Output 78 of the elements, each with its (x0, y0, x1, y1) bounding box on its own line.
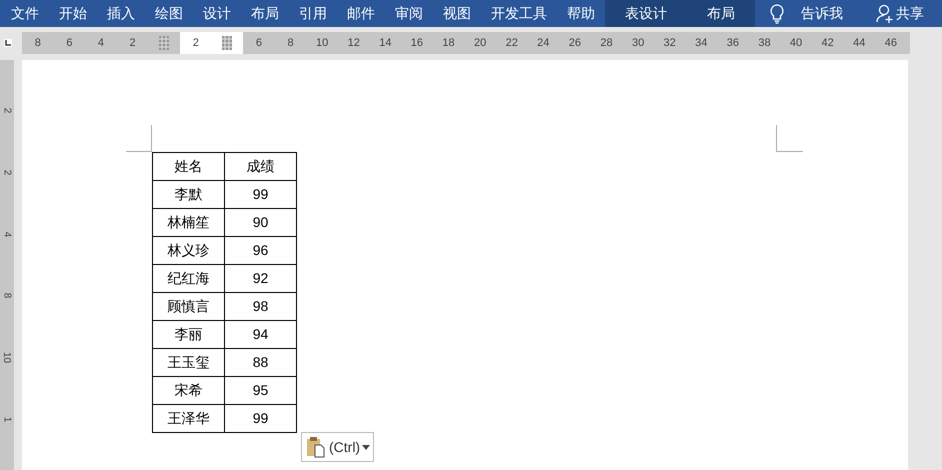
ribbon-tab[interactable]: 引用 (289, 0, 337, 27)
table-cell: 顾慎言 (152, 292, 224, 320)
ruler-number: 44 (853, 36, 866, 51)
table-cell: 李丽 (152, 320, 224, 348)
ruler-number: 2 (0, 170, 14, 176)
add-user-icon[interactable] (876, 4, 894, 24)
ruler-number: 2 (192, 36, 199, 51)
ribbon-tab[interactable]: 绘图 (145, 0, 193, 27)
dropdown-caret-icon (362, 444, 370, 450)
ribbon-tab[interactable]: 邮件 (337, 0, 385, 27)
ruler-number: 20 (474, 36, 486, 51)
ruler-number: 32 (664, 36, 676, 51)
crop-mark (126, 125, 152, 152)
table-cell: 99 (224, 180, 296, 208)
ruler-number: 8 (287, 36, 294, 51)
ruler-number: 36 (726, 36, 739, 51)
ruler-number: 16 (410, 36, 424, 51)
ruler-number: 6 (66, 36, 72, 51)
table-cell: 94 (224, 320, 296, 348)
ruler-number: 34 (695, 36, 708, 51)
tab-stop-icon[interactable] (3, 38, 13, 48)
share-button[interactable]: 共享 (896, 3, 924, 24)
ribbon-tab[interactable]: 文件 (1, 0, 49, 27)
ruler-number: 22 (506, 36, 518, 51)
ribbon-tab[interactable]: 审阅 (385, 0, 433, 27)
table-cell: 宋希 (152, 376, 224, 404)
table-cell: 88 (224, 348, 296, 376)
ribbon-tab[interactable]: 表设计 (605, 0, 687, 27)
ribbon-tab[interactable]: 开始 (49, 0, 97, 27)
clipboard-icon (305, 436, 327, 458)
table-header-cell: 姓名 (152, 152, 224, 180)
ribbon-tab[interactable]: 视图 (433, 0, 481, 27)
ribbon-tab[interactable]: 设计 (193, 0, 241, 27)
table-cell: 90 (224, 208, 296, 236)
table-cell: 李默 (152, 180, 224, 208)
ruler-number: 1 (0, 416, 14, 422)
ruler-number: 14 (379, 36, 392, 51)
ruler-number: 30 (632, 36, 644, 51)
table-cell: 96 (224, 236, 296, 264)
ruler-number: 18 (442, 36, 455, 51)
ruler-number: 12 (348, 36, 360, 51)
column-marker-icon[interactable] (222, 36, 232, 50)
ruler-number: 42 (822, 36, 834, 51)
table-header-cell: 成绩 (224, 152, 296, 180)
table-cell: 99 (224, 404, 296, 432)
ribbon-tab[interactable]: 插入 (97, 0, 145, 27)
table-cell: 王玉玺 (152, 348, 224, 376)
paste-options-button[interactable]: (Ctrl) (301, 432, 374, 462)
tell-me-button[interactable]: 告诉我 (801, 3, 843, 24)
table-cell: 林义珍 (152, 236, 224, 264)
ruler-number: 8 (0, 293, 14, 299)
ruler-number: 28 (600, 36, 613, 51)
ruler-number: 4 (0, 231, 14, 237)
ruler-number: 38 (758, 36, 771, 51)
crop-mark (776, 125, 803, 152)
table-cell: 纪红海 (152, 264, 224, 292)
lightbulb-icon[interactable] (769, 4, 785, 24)
ruler-number: 10 (0, 352, 14, 364)
column-marker-icon[interactable] (159, 36, 170, 50)
ruler-number: 2 (0, 108, 14, 114)
ribbon-tab[interactable]: 布局 (687, 0, 755, 27)
ribbon-tab[interactable]: 布局 (241, 0, 289, 27)
table-cell: 林楠笙 (152, 208, 224, 236)
ruler-number: 10 (316, 36, 328, 51)
table-cell: 98 (224, 292, 296, 320)
table-cell: 王泽华 (152, 404, 224, 432)
ruler-number: 4 (98, 36, 104, 51)
ruler-number: 2 (130, 36, 136, 51)
ribbon-tab[interactable]: 帮助 (557, 0, 605, 27)
ruler-number: 26 (568, 36, 582, 51)
table-cell: 92 (224, 264, 296, 292)
ruler-number: 8 (34, 36, 41, 51)
ruler-number: 24 (537, 36, 550, 51)
ribbon-tab[interactable]: 开发工具 (481, 0, 557, 27)
ruler-number: 40 (790, 36, 802, 51)
table-cell: 95 (224, 376, 296, 404)
ruler-number: 6 (256, 36, 262, 51)
ruler-number: 46 (884, 36, 897, 51)
